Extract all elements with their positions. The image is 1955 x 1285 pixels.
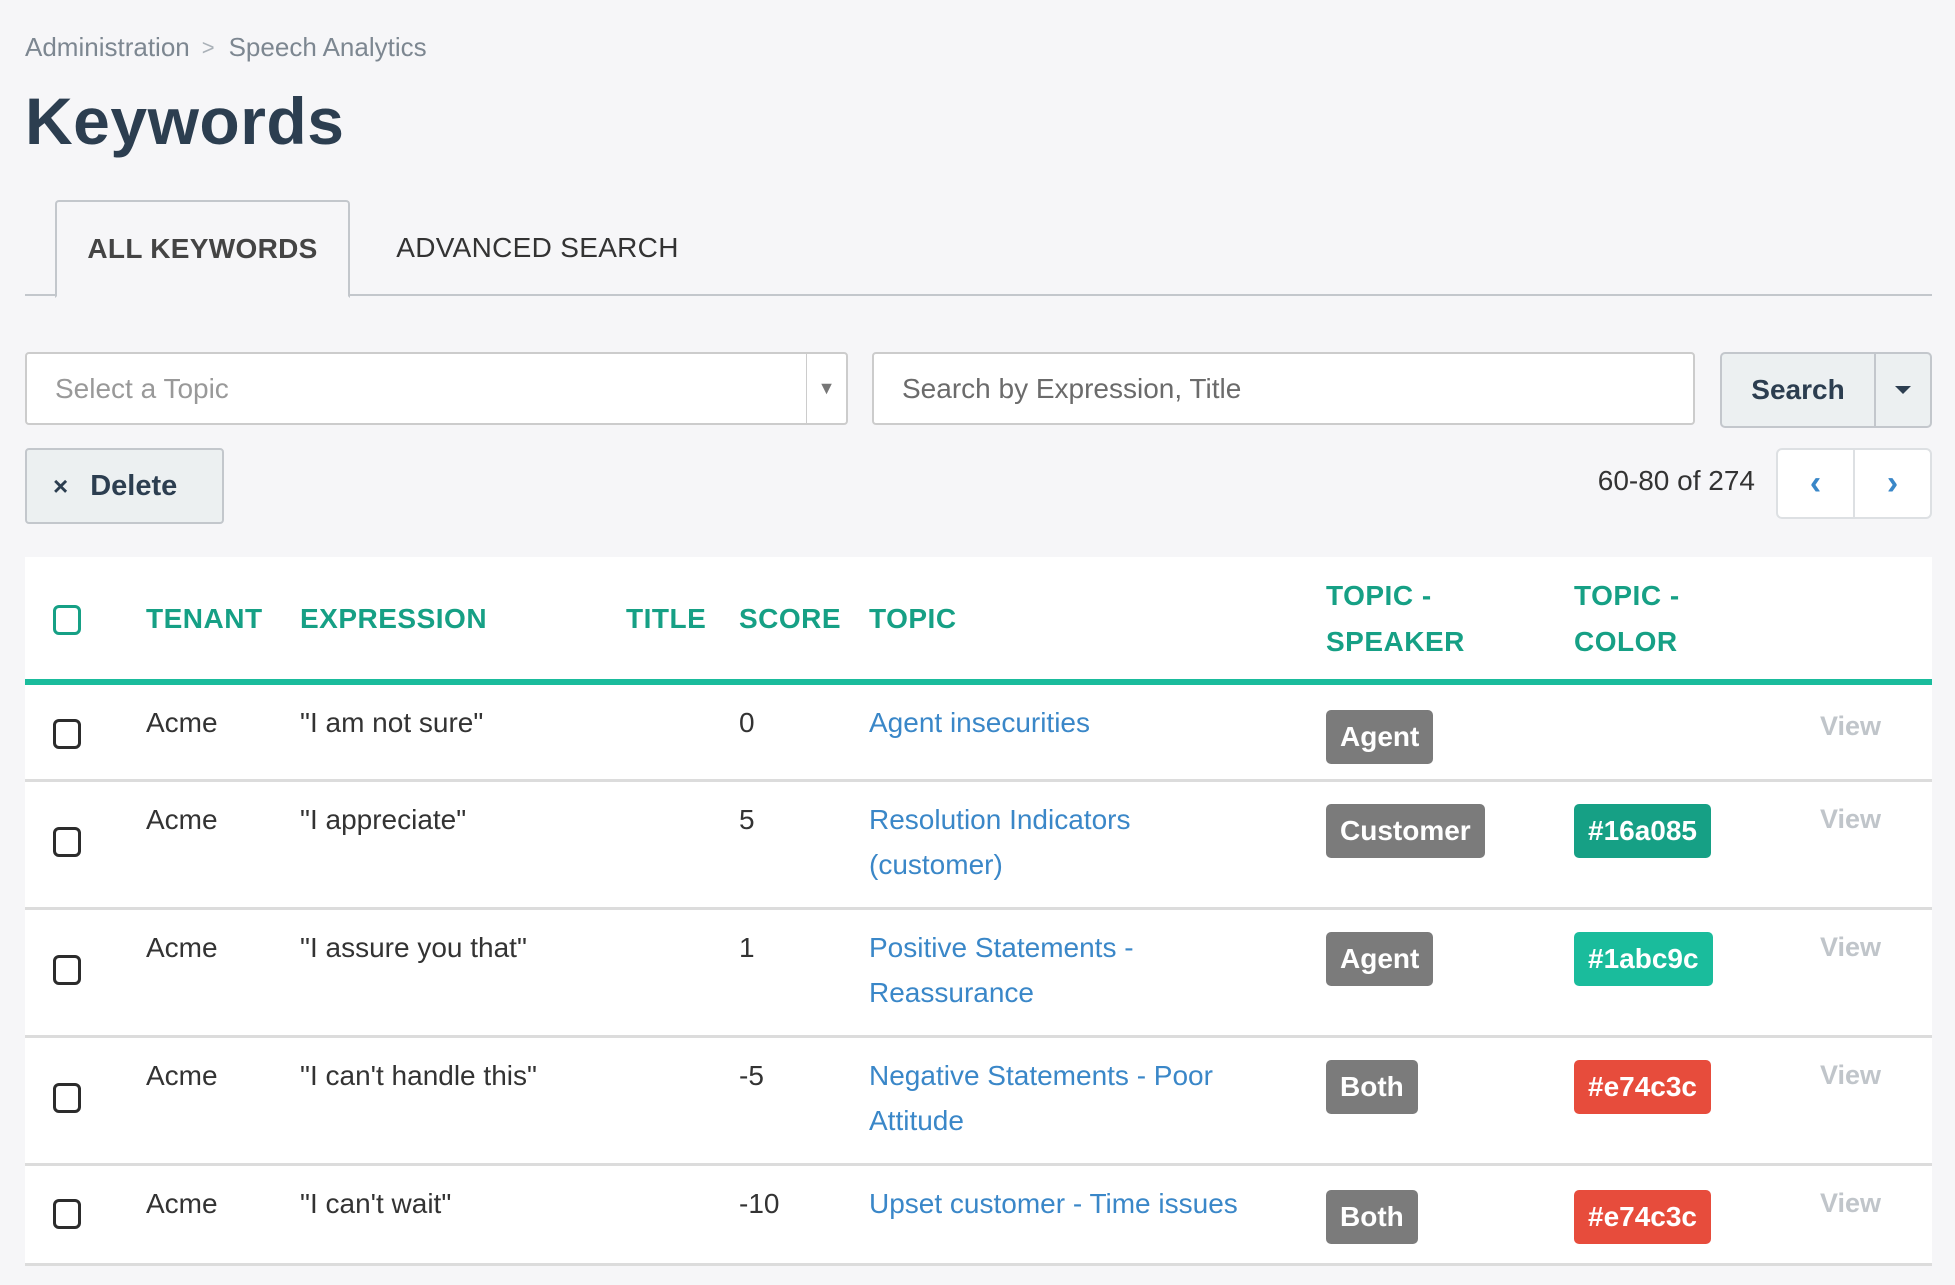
page-margin [1932,0,1955,1285]
cell-score: 0 [739,707,755,738]
table-row: Acme "I can't wait" -10 Upset customer - Ti… [25,1166,1932,1266]
cell-topic-link-line2[interactable]: Attitude [869,1098,964,1143]
caret-down-icon [1895,386,1911,394]
search-button[interactable]: Search [1722,354,1876,426]
cell-score: 5 [739,804,755,835]
row-checkbox[interactable] [53,827,81,857]
view-link[interactable]: View [1820,1060,1881,1091]
cell-tenant: Acme [146,707,218,738]
column-header-score[interactable]: SCORE [739,596,841,642]
dropdown-arrow-icon[interactable]: ▼ [806,354,846,423]
topic-color-badge: #e74c3c [1574,1060,1712,1114]
speaker-badge: Customer [1326,804,1485,858]
speaker-badge: Both [1326,1190,1418,1244]
row-checkbox[interactable] [53,955,81,985]
delete-label: Delete [90,469,178,502]
cell-topic-link-line2[interactable]: Reassurance [869,970,1034,1015]
chevron-right-icon: > [201,34,215,60]
select-all-checkbox[interactable] [53,605,81,635]
breadcrumb: Administration > Speech Analytics [25,32,427,63]
pagination-range: 60-80 of 274 [1597,465,1755,496]
speaker-badge: Both [1326,1060,1418,1114]
cell-tenant: Acme [146,804,218,835]
column-header-tenant[interactable]: TENANT [146,596,263,642]
view-link[interactable]: View [1820,711,1881,742]
cell-topic-link[interactable]: Resolution Indicators [869,797,1130,842]
column-header-topic-speaker-line1[interactable]: TOPIC - [1326,573,1432,619]
row-checkbox[interactable] [53,1199,81,1229]
row-checkbox[interactable] [53,719,81,749]
cell-score: -10 [739,1188,780,1219]
search-options-dropdown[interactable] [1876,354,1930,426]
cell-tenant: Acme [146,932,218,963]
cell-score: 1 [739,932,755,963]
speaker-badge: Agent [1326,710,1434,764]
view-link[interactable]: View [1820,1188,1881,1219]
page-title: Keywords [25,84,345,158]
search-button-group: Search [1720,352,1932,428]
speaker-badge: Agent [1326,932,1434,986]
row-checkbox[interactable] [53,1083,81,1113]
cell-tenant: Acme [146,1060,218,1091]
topic-select[interactable]: Select a Topic ▼ [25,352,848,425]
cell-expression: "I can't wait" [300,1188,452,1219]
keywords-table: TENANT EXPRESSION TITLE SCORE TOPIC TOPI… [25,557,1932,1266]
next-page-button[interactable]: › [1855,450,1930,517]
cell-topic-link[interactable]: Upset customer - Time issues [869,1181,1238,1226]
tab-bar: ALL KEYWORDS ADVANCED SEARCH [25,200,1932,298]
cell-score: -5 [739,1060,764,1091]
column-header-topic-speaker-line2[interactable]: SPEAKER [1326,619,1465,665]
topic-color-badge: #1abc9c [1574,932,1713,986]
column-header-title[interactable]: TITLE [626,596,706,642]
pagination: ‹ › [1776,448,1932,519]
cell-expression: "I appreciate" [300,804,467,835]
column-header-topic[interactable]: TOPIC [869,596,957,642]
search-input[interactable] [872,352,1695,425]
topic-color-badge: #16a085 [1574,804,1712,858]
topic-select-placeholder: Select a Topic [55,372,229,404]
table-header: TENANT EXPRESSION TITLE SCORE TOPIC TOPI… [25,557,1932,685]
delete-button[interactable]: × Delete [25,448,224,524]
column-header-expression[interactable]: EXPRESSION [300,596,487,642]
cell-topic-link[interactable]: Negative Statements - Poor [869,1053,1213,1098]
tab-advanced-search[interactable]: ADVANCED SEARCH [365,200,710,296]
view-link[interactable]: View [1820,804,1881,835]
column-header-topic-color-line2[interactable]: COLOR [1574,619,1678,665]
cell-expression: "I can't handle this" [300,1060,537,1091]
topic-color-badge: #e74c3c [1574,1190,1712,1244]
chevron-left-icon: ‹ [1809,464,1822,502]
cell-expression: "I am not sure" [300,707,484,738]
cell-tenant: Acme [146,1188,218,1219]
previous-page-button[interactable]: ‹ [1778,450,1855,517]
close-icon: × [53,470,69,501]
cell-topic-link-line2[interactable]: (customer) [869,842,1003,887]
cell-topic-link[interactable]: Agent insecurities [869,700,1090,745]
table-row: Acme "I appreciate" 5 Resolution Indicators… [25,782,1932,910]
column-header-topic-color-line1[interactable]: TOPIC - [1574,573,1680,619]
view-link[interactable]: View [1820,932,1881,963]
cell-expression: "I assure you that" [300,932,527,963]
table-body: Acme "I am not sure" 0 Agent insecurities Ag… [25,685,1932,1266]
table-row: Acme "I can't handle this" -5 Negative Stat… [25,1038,1932,1166]
table-row: Acme "I am not sure" 0 Agent insecurities Ag… [25,685,1932,782]
breadcrumb-administration[interactable]: Administration [25,32,190,63]
cell-topic-link[interactable]: Positive Statements - [869,925,1134,970]
tab-all-keywords[interactable]: ALL KEYWORDS [55,200,350,298]
chevron-right-icon: › [1886,464,1899,502]
breadcrumb-speech-analytics[interactable]: Speech Analytics [229,32,427,63]
table-row: Acme "I assure you that" 1 Positive Stateme… [25,910,1932,1038]
